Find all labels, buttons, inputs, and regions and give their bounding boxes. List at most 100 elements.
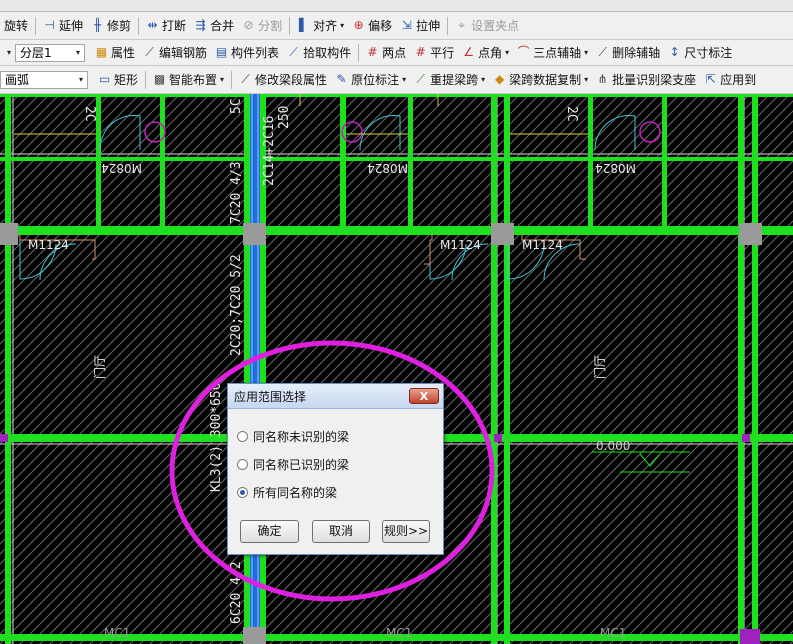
radio-label: 同名称已识别的梁 bbox=[253, 458, 350, 472]
smart-place-button[interactable]: ▩ 智能布置 ▾ bbox=[149, 69, 228, 91]
label-beam-2c20: 2C20;7C20 5/2 bbox=[229, 254, 244, 356]
properties-button[interactable]: ▦ 属性 bbox=[91, 42, 139, 64]
stretch-icon: ⇲ bbox=[401, 18, 412, 32]
trim-button[interactable]: ╫ 修剪 bbox=[87, 15, 135, 37]
label-door-m1124-c: M1124 bbox=[522, 238, 563, 252]
edit-rebar-button[interactable]: ⟋ 编辑钢筋 bbox=[139, 42, 211, 64]
chevron-down-icon: ▾ bbox=[76, 48, 81, 57]
label-door-m0824-c: M0824 bbox=[595, 161, 636, 175]
span-data-copy-button[interactable]: ◆ 梁跨数据复制 ▾ bbox=[489, 69, 592, 91]
modify-span-props-button[interactable]: ⟋ 修改梁段属性 bbox=[235, 69, 331, 91]
radio-checked-icon bbox=[237, 487, 248, 498]
smart-place-icon: ▩ bbox=[153, 72, 166, 86]
copy-icon: ◆ bbox=[495, 72, 505, 86]
modify-icon: ⟋ bbox=[241, 72, 250, 86]
separator bbox=[231, 70, 233, 89]
point-angle-button[interactable]: ∠ 点角 ▾ bbox=[458, 42, 513, 64]
break-button[interactable]: ⇹ 打断 bbox=[142, 15, 190, 37]
stretch-button[interactable]: ⇲ 拉伸 bbox=[396, 15, 444, 37]
batch-identify-support-button[interactable]: ⋔ 批量识别梁支座 bbox=[592, 69, 700, 91]
cancel-button[interactable]: 取消 bbox=[312, 520, 370, 543]
dialog-title: 应用范围选择 bbox=[234, 390, 307, 404]
label-top-beam-a: 2C bbox=[82, 106, 97, 122]
radio-label: 所有同名称的梁 bbox=[253, 486, 338, 500]
label-room-b: 门厅 bbox=[592, 355, 607, 379]
separator bbox=[447, 16, 449, 35]
properties-icon: ▦ bbox=[95, 45, 108, 59]
rotate-button[interactable]: 旋转 bbox=[0, 15, 32, 37]
ok-button[interactable]: 确定 bbox=[240, 520, 299, 543]
chevron-down-icon: ▾ bbox=[584, 48, 589, 57]
parallel-axis-button[interactable]: # 平行 bbox=[410, 42, 458, 64]
toolbar-row-clipped bbox=[0, 0, 793, 12]
pick-component-button[interactable]: ⟋ 拾取构件 bbox=[283, 42, 355, 64]
label-mc1-c: MC1 bbox=[600, 626, 626, 640]
dialog-titlebar[interactable]: 应用范围选择 X bbox=[228, 384, 443, 409]
close-icon[interactable]: X bbox=[409, 388, 439, 404]
hatched-slab bbox=[0, 94, 793, 644]
layer-select[interactable]: 分层1 ▾ bbox=[15, 43, 86, 62]
rectangle-icon: ▭ bbox=[98, 72, 111, 86]
re-extract-span-button[interactable]: ⟋ 重提梁跨 ▾ bbox=[410, 69, 489, 91]
radio-label: 同名称未识别的梁 bbox=[253, 430, 350, 444]
toolbar-component: ▾ 分层1 ▾ ▦ 属性 ⟋ 编辑钢筋 ▤ 构件列表 ⟋ 拾取构件 # 两点 # 平行 ∠ 点角… bbox=[0, 40, 793, 66]
radio-identified[interactable]: 同名称已识别的梁 bbox=[237, 456, 349, 473]
pick-icon: ⟋ bbox=[289, 45, 298, 59]
merge-icon: ⇶ bbox=[195, 18, 206, 32]
label-door-m0824-a: M0824 bbox=[101, 161, 142, 175]
component-list-button[interactable]: ▤ 构件列表 bbox=[211, 42, 283, 64]
two-point-axis-button[interactable]: # 两点 bbox=[362, 42, 410, 64]
arc-select[interactable]: 画弧 ▾ bbox=[0, 70, 88, 89]
annotation-icon: ✎ bbox=[336, 72, 347, 86]
toolbar-beam: 画弧 ▾ ▭ 矩形 ▩ 智能布置 ▾ ⟋ 修改梁段属性 ✎ 原位标注 ▾ ⟋ 重提梁跨 ▾ ◆ 梁跨… bbox=[0, 66, 793, 94]
dropdown-arrow[interactable]: ▾ bbox=[0, 42, 15, 64]
chevron-down-icon: ▾ bbox=[402, 75, 407, 84]
chevron-down-icon: ▾ bbox=[220, 75, 225, 84]
axis-icon: # bbox=[367, 45, 378, 59]
drawing-canvas[interactable]: 2C 2C 5C 2C14+2C16 250 7C20 4/3 2C20;7C2… bbox=[0, 94, 793, 644]
delete-axis-button[interactable]: ⟋ 删除辅轴 bbox=[592, 42, 664, 64]
chevron-down-icon: ▾ bbox=[481, 75, 486, 84]
label-door-m1124-b: M1124 bbox=[440, 238, 481, 252]
label-beam-250: 250 bbox=[277, 106, 292, 129]
label-room-a: 门厅 bbox=[92, 355, 107, 379]
three-point-icon: ⌒ bbox=[517, 45, 530, 59]
split-icon: ⊘ bbox=[243, 18, 254, 32]
label-beam-5c: 5C bbox=[229, 98, 244, 114]
rectangle-button[interactable]: ▭ 矩形 bbox=[94, 69, 142, 91]
separator bbox=[138, 16, 140, 35]
extend-icon: ⊣ bbox=[44, 18, 55, 32]
offset-icon: ⊕ bbox=[353, 18, 364, 32]
radio-unidentified[interactable]: 同名称未识别的梁 bbox=[237, 428, 349, 445]
apply-to-button[interactable]: ⇱ 应用到 bbox=[700, 69, 760, 91]
dimension-icon: ↕ bbox=[669, 45, 680, 59]
in-situ-annotation-button[interactable]: ✎ 原位标注 ▾ bbox=[331, 69, 410, 91]
set-grip-button[interactable]: ⌖ 设置夹点 bbox=[451, 15, 523, 37]
label-beam-7c20: 7C20 4/3 bbox=[229, 161, 244, 224]
selected-beam[interactable] bbox=[250, 94, 260, 644]
grip-icon: ⌖ bbox=[458, 18, 466, 32]
radio-circle-icon bbox=[237, 459, 248, 470]
align-icon: ▌ bbox=[298, 18, 309, 32]
offset-button[interactable]: ⊕ 偏移 bbox=[348, 15, 396, 37]
rules-button[interactable]: 规则>> bbox=[382, 520, 430, 543]
three-point-axis-button[interactable]: ⌒ 三点辅轴 ▾ bbox=[513, 42, 592, 64]
label-door-m0824-b: M0824 bbox=[367, 161, 408, 175]
delete-axis-icon: ⟋ bbox=[598, 45, 607, 59]
split-button[interactable]: ⊘ 分割 bbox=[238, 15, 286, 37]
label-mc1-a: MC1 bbox=[104, 626, 130, 640]
angle-icon: ∠ bbox=[463, 45, 474, 59]
radio-all-same-name[interactable]: 所有同名称的梁 bbox=[237, 484, 337, 501]
chevron-down-icon: ▾ bbox=[505, 48, 510, 57]
align-button[interactable]: ▌ 对齐 ▾ bbox=[293, 15, 348, 37]
label-door-m1124-a: M1124 bbox=[28, 238, 69, 252]
batch-icon: ⋔ bbox=[597, 72, 608, 86]
chevron-down-icon: ▾ bbox=[340, 21, 345, 30]
merge-button[interactable]: ⇶ 合并 bbox=[190, 15, 238, 37]
label-mc1-b: MC1 bbox=[386, 626, 412, 640]
chevron-down-icon: ▾ bbox=[78, 75, 83, 84]
trim-icon: ╫ bbox=[93, 18, 102, 32]
dimension-button[interactable]: ↕ 尺寸标注 bbox=[664, 42, 736, 64]
extend-button[interactable]: ⊣ 延伸 bbox=[39, 15, 87, 37]
break-icon: ⇹ bbox=[147, 18, 158, 32]
